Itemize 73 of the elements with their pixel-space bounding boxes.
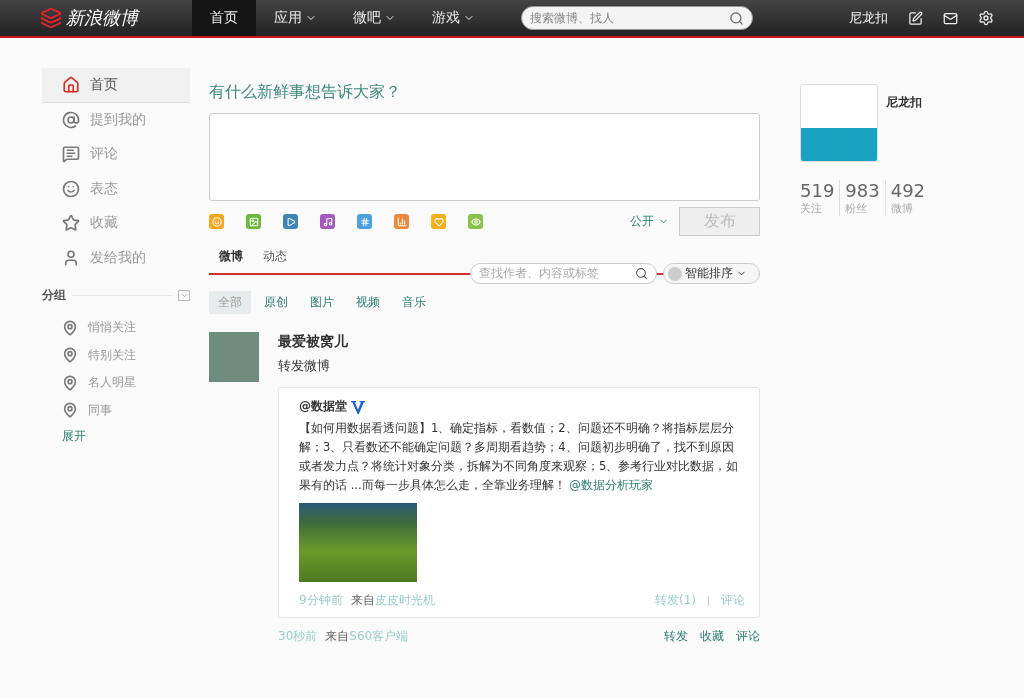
search-icon bbox=[635, 267, 648, 280]
group-heading: 分组 bbox=[42, 287, 66, 304]
group-item[interactable]: 特别关注 bbox=[42, 341, 190, 369]
composer-prompt: 有什么新鲜事想告诉大家？ bbox=[209, 82, 402, 103]
visibility-dropdown[interactable]: 公开 bbox=[630, 213, 669, 230]
filter-tab[interactable]: 视频 bbox=[347, 291, 389, 314]
sidebar-item[interactable]: 表态 bbox=[42, 171, 190, 206]
nav-tab[interactable]: 应用 bbox=[256, 0, 335, 36]
post-author[interactable]: 最爱被窝儿 bbox=[278, 333, 760, 351]
filter-tab[interactable]: 原创 bbox=[255, 291, 297, 314]
source-label: 来自 bbox=[350, 592, 375, 609]
home-icon bbox=[62, 75, 80, 94]
group-item[interactable]: 名人明星 bbox=[42, 369, 190, 397]
profile-picture[interactable] bbox=[800, 84, 878, 162]
sidebar-item[interactable]: 提到我的 bbox=[42, 102, 190, 137]
at-icon bbox=[62, 110, 80, 129]
caret-icon bbox=[179, 291, 189, 300]
sort-dropdown[interactable]: 智能排序 bbox=[663, 263, 760, 284]
group-item[interactable]: 悄悄关注 bbox=[42, 314, 190, 342]
sidebar-item[interactable]: 发给我的 bbox=[42, 240, 190, 275]
pin-icon bbox=[62, 374, 78, 391]
comment-icon bbox=[62, 145, 80, 164]
feed-tab[interactable]: 动态 bbox=[253, 248, 297, 273]
action-link[interactable]: 转发 bbox=[664, 628, 688, 645]
heart-icon[interactable] bbox=[431, 214, 446, 229]
repost-text: 【如何用数据看透问题】1、确定指标，看数值；2、问题还不明确？将指标层层分解；3、只看数还不能确定问题？多周期看趋势；4、问题初步明确了，找不到原因或者发力点？将统计对象分类，拆解为不同角度来观察；5、参考行业对比数据，如果有的话 ...而每一步具体怎么走，全靠业务理解！ @数据分析玩家 bbox=[299, 420, 740, 494]
stat-value[interactable]: 492 bbox=[890, 180, 926, 201]
filter-tab[interactable]: 图片 bbox=[301, 291, 343, 314]
smiley-icon bbox=[62, 179, 80, 198]
pin-icon bbox=[62, 402, 78, 419]
settings-icon[interactable] bbox=[978, 10, 994, 26]
person-icon bbox=[62, 248, 80, 267]
smiley-icon[interactable] bbox=[209, 214, 224, 229]
search-field[interactable]: 搜索微博、找人 bbox=[521, 6, 753, 30]
chart-icon[interactable] bbox=[394, 214, 409, 229]
expand-link[interactable]: 展开 bbox=[42, 428, 190, 445]
stat-value[interactable]: 519 bbox=[800, 180, 835, 201]
music-icon[interactable] bbox=[320, 214, 335, 229]
photo-placeholder[interactable] bbox=[299, 503, 417, 582]
nav-tab[interactable]: 游戏 bbox=[414, 0, 493, 36]
image-icon[interactable] bbox=[246, 214, 261, 229]
action-link[interactable]: 评论 bbox=[736, 628, 760, 645]
stat-label: 粉丝 bbox=[845, 201, 869, 216]
stat-value[interactable]: 983 bbox=[845, 180, 880, 201]
source-label: 来自 bbox=[325, 628, 350, 645]
profile-name[interactable]: 尼龙扣 bbox=[886, 94, 922, 162]
stat-label: 微博 bbox=[890, 201, 914, 216]
sidebar-item[interactable]: 评论 bbox=[42, 137, 190, 172]
mail-icon[interactable] bbox=[943, 10, 958, 26]
filter-tab[interactable]: 音乐 bbox=[393, 291, 435, 314]
pin-icon bbox=[62, 319, 78, 336]
search-icon bbox=[729, 10, 744, 26]
mention-link[interactable]: @数据分析玩家 bbox=[569, 478, 653, 492]
repost-author[interactable]: @数据堂 bbox=[299, 398, 347, 415]
sidebar-item[interactable]: 首页 bbox=[42, 68, 190, 103]
group-item[interactable]: 同事 bbox=[42, 396, 190, 424]
compose-icon[interactable] bbox=[908, 10, 923, 26]
star-icon bbox=[62, 214, 80, 233]
sidebar-item[interactable]: 收藏 bbox=[42, 206, 190, 241]
action-link[interactable]: 收藏 bbox=[700, 628, 724, 645]
dropdown-toggle[interactable] bbox=[178, 290, 190, 301]
nav-tab[interactable]: 首页 bbox=[192, 0, 256, 36]
eye-icon[interactable] bbox=[468, 214, 483, 229]
pin-icon bbox=[62, 347, 78, 364]
video-icon[interactable] bbox=[283, 214, 298, 229]
feed-tab[interactable]: 微博 bbox=[209, 248, 253, 273]
stat-label: 关注 bbox=[800, 201, 823, 216]
post-input[interactable] bbox=[209, 113, 760, 201]
post-text: 转发微博 bbox=[278, 357, 331, 375]
logo[interactable]: 新浪微博 bbox=[40, 0, 192, 36]
nav-tab[interactable]: 微吧 bbox=[335, 0, 414, 36]
topic-icon[interactable] bbox=[357, 214, 372, 229]
user-name[interactable]: 尼龙扣 bbox=[849, 9, 888, 27]
